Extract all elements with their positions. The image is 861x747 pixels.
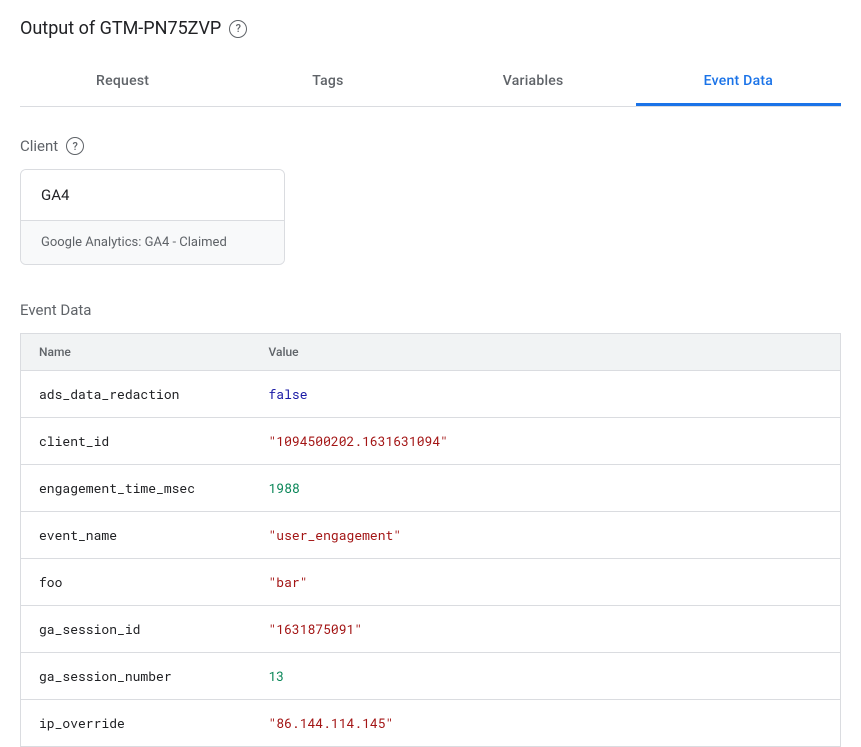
event-value-cell: 13: [251, 653, 841, 700]
client-card[interactable]: GA4 Google Analytics: GA4 - Claimed: [20, 169, 285, 265]
event-value-cell: false: [251, 371, 841, 418]
event-name-cell: ip_override: [21, 700, 251, 747]
table-row[interactable]: foo"bar": [21, 559, 841, 606]
event-data-table: Name Value ads_data_redactionfalseclient…: [20, 333, 841, 747]
table-row[interactable]: engagement_time_msec1988: [21, 465, 841, 512]
event-value-cell: "bar": [251, 559, 841, 606]
event-name-cell: foo: [21, 559, 251, 606]
table-row[interactable]: ga_session_number13: [21, 653, 841, 700]
event-name-cell: ga_session_number: [21, 653, 251, 700]
tab-request[interactable]: Request: [20, 59, 225, 106]
event-value-cell: "1094500202.1631631094": [251, 418, 841, 465]
event-data-section-label: Event Data: [20, 301, 841, 319]
event-name-cell: ga_session_id: [21, 606, 251, 653]
client-name: GA4: [21, 170, 284, 220]
table-row[interactable]: ip_override"86.144.114.145": [21, 700, 841, 747]
tab-event-data[interactable]: Event Data: [636, 59, 841, 106]
client-section-label: Client: [20, 137, 58, 155]
event-value-cell: "86.144.114.145": [251, 700, 841, 747]
table-row[interactable]: ga_session_id"1631875091": [21, 606, 841, 653]
page-title: Output of GTM-PN75ZVP: [20, 18, 221, 39]
event-value-cell: "1631875091": [251, 606, 841, 653]
event-name-cell: ads_data_redaction: [21, 371, 251, 418]
event-name-cell: engagement_time_msec: [21, 465, 251, 512]
column-header-name[interactable]: Name: [21, 334, 251, 371]
table-row[interactable]: event_name"user_engagement": [21, 512, 841, 559]
table-row[interactable]: client_id"1094500202.1631631094": [21, 418, 841, 465]
page-title-row: Output of GTM-PN75ZVP ?: [20, 18, 841, 39]
column-header-value[interactable]: Value: [251, 334, 841, 371]
table-row[interactable]: ads_data_redactionfalse: [21, 371, 841, 418]
tabs-bar: RequestTagsVariablesEvent Data: [20, 59, 841, 107]
tab-variables[interactable]: Variables: [431, 59, 636, 106]
help-icon[interactable]: ?: [229, 20, 247, 38]
client-description: Google Analytics: GA4 - Claimed: [21, 220, 284, 264]
event-value-cell: 1988: [251, 465, 841, 512]
event-name-cell: client_id: [21, 418, 251, 465]
client-section-header: Client ?: [20, 137, 841, 155]
help-icon[interactable]: ?: [66, 137, 84, 155]
event-value-cell: "user_engagement": [251, 512, 841, 559]
tab-tags[interactable]: Tags: [225, 59, 430, 106]
event-name-cell: event_name: [21, 512, 251, 559]
